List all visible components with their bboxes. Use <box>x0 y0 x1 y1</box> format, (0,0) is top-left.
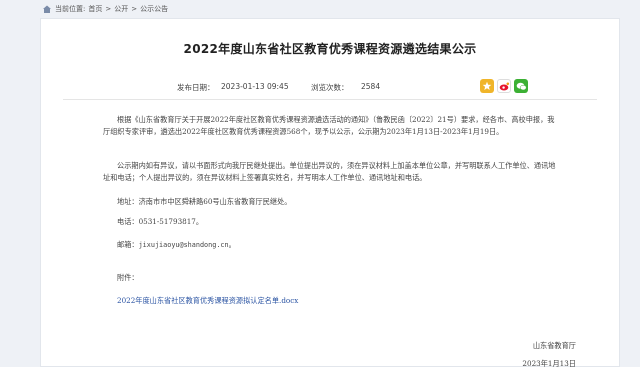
breadcrumb: 当前位置: 首页 > 公开 > 公示公告 <box>42 3 168 15</box>
breadcrumb-separator: > <box>131 5 138 13</box>
breadcrumb-open-link[interactable]: 公开 <box>114 4 128 14</box>
email-line: 邮箱：jixujiaoyu@shandong.cn。 <box>103 239 561 252</box>
email-value: jixujiaoyu@shandong.cn。 <box>138 241 236 249</box>
attachment-link[interactable]: 2022年度山东省社区教育优秀课程资源拟认定名单.docx <box>117 296 298 305</box>
signature: 山东省教育厅 <box>532 341 576 350</box>
email-label: 邮箱： <box>117 240 139 249</box>
page-title: 2022年度山东省社区教育优秀课程资源遴选结果公示 <box>183 42 477 56</box>
attachment-line: 2022年度山东省社区教育优秀课程资源拟认定名单.docx <box>103 295 561 307</box>
paragraph-objection: 公示期内如有异议，请以书面形式向我厅民继处提出。单位提出异议的，须在异议材料上加… <box>103 161 556 182</box>
paragraph-notice: 根据《山东省教育厅关于开展2022年度社区教育优秀课程资源遴选活动的通知》（鲁教… <box>103 115 555 136</box>
breadcrumb-notice-link[interactable]: 公示公告 <box>140 4 168 14</box>
attachment-label: 附件： <box>117 273 139 282</box>
home-icon <box>43 5 51 13</box>
breadcrumb-home-link[interactable]: 首页 <box>88 4 102 14</box>
breadcrumb-separator: > <box>105 5 112 13</box>
wechat-share-icon[interactable] <box>514 79 528 93</box>
publish-date: 2023-01-13 09:45 <box>221 82 289 91</box>
sign-date: 2023年1月13日 <box>522 359 576 367</box>
share-bar <box>480 79 528 93</box>
article-meta: 发布日期： 2023-01-13 09:45 浏览次数： 2584 <box>41 79 619 95</box>
breadcrumb-prefix: 当前位置: <box>55 5 86 13</box>
views-count: 2584 <box>361 82 381 91</box>
phone-line: 电话：0531-51793817。 <box>117 217 204 226</box>
views-label: 浏览次数： <box>311 83 349 92</box>
address-line: 地址：济南市市中区舜耕路60号山东省教育厅民继处。 <box>117 197 292 206</box>
publish-date-label: 发布日期： <box>177 83 215 92</box>
divider <box>63 99 597 100</box>
article-card: 2022年度山东省社区教育优秀课程资源遴选结果公示 发布日期： 2023-01-… <box>40 18 620 367</box>
star-share-icon[interactable] <box>480 79 494 93</box>
weibo-share-icon[interactable] <box>497 79 511 93</box>
